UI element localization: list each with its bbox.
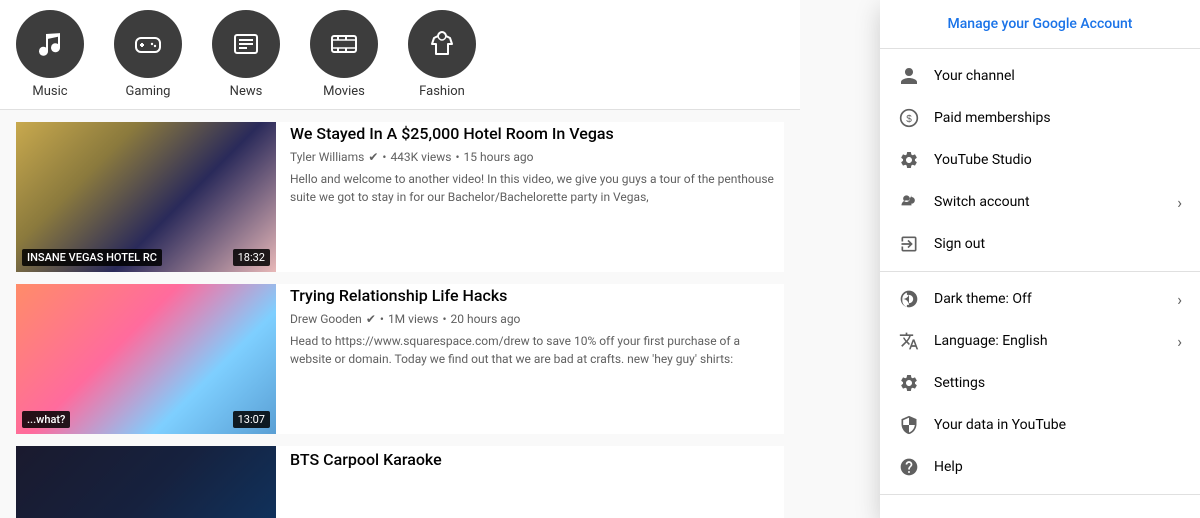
video-meta-2: Drew Gooden ✔ • 1M views • 20 hours ago	[290, 312, 784, 326]
studio-gear-icon	[898, 149, 920, 171]
person-icon	[898, 65, 920, 87]
dark-theme-chevron: ›	[1177, 290, 1182, 309]
news-icon	[212, 10, 280, 78]
category-news[interactable]: News	[212, 10, 280, 99]
movies-icon	[310, 10, 378, 78]
dropdown-section-1: Your channel $ Paid memberships YouTube …	[880, 49, 1200, 272]
category-movies[interactable]: Movies	[310, 10, 378, 99]
video-duration-2: 13:07	[233, 411, 270, 428]
your-data-label: Your data in YouTube	[934, 417, 1182, 433]
video-info-1: We Stayed In A $25,000 Hotel Room In Veg…	[290, 122, 784, 272]
table-row: INSANE VEGAS HOTEL RC 18:32 We Stayed In…	[16, 122, 784, 272]
settings-label: Settings	[934, 375, 1182, 391]
help-icon	[898, 456, 920, 478]
video-info-2: Trying Relationship Life Hacks Drew Good…	[290, 284, 784, 434]
switch-account-label: Switch account	[934, 194, 1163, 210]
language-label: Language: English	[934, 333, 1163, 349]
menu-item-help[interactable]: Help	[880, 446, 1200, 488]
video-title-3[interactable]: BTS Carpool Karaoke	[290, 448, 784, 469]
gaming-label: Gaming	[126, 84, 171, 99]
gaming-icon	[114, 10, 182, 78]
fashion-icon	[408, 10, 476, 78]
youtube-studio-label: YouTube Studio	[934, 152, 1182, 168]
category-gaming[interactable]: Gaming	[114, 10, 182, 99]
fashion-label: Fashion	[419, 84, 465, 99]
signout-icon	[898, 233, 920, 255]
menu-item-paid-memberships[interactable]: $ Paid memberships	[880, 97, 1200, 139]
dark-theme-label: Dark theme: Off	[934, 291, 1163, 307]
dollar-icon: $	[898, 107, 920, 129]
shield-icon	[898, 414, 920, 436]
switch-account-chevron: ›	[1177, 193, 1182, 212]
news-label: News	[230, 84, 263, 99]
video-duration-1: 18:32	[233, 249, 270, 266]
menu-item-dark-theme[interactable]: Dark theme: Off ›	[880, 278, 1200, 320]
video-list: INSANE VEGAS HOTEL RC 18:32 We Stayed In…	[0, 110, 800, 518]
thumbnail-label-2: ...what?	[22, 411, 70, 428]
video-title-2[interactable]: Trying Relationship Life Hacks	[290, 286, 784, 307]
music-label: Music	[32, 84, 67, 99]
video-desc-2: Head to https://www.squarespace.com/drew…	[290, 332, 784, 368]
account-dropdown: Manage your Google Account Your channel …	[880, 0, 1200, 518]
language-chevron: ›	[1177, 332, 1182, 351]
main-content: Music Gaming	[0, 0, 800, 518]
dark-theme-icon	[898, 288, 920, 310]
video-thumbnail-1[interactable]: INSANE VEGAS HOTEL RC 18:32	[16, 122, 276, 272]
menu-item-your-data[interactable]: Your data in YouTube	[880, 404, 1200, 446]
menu-item-youtube-studio[interactable]: YouTube Studio	[880, 139, 1200, 181]
video-thumbnail-2[interactable]: ...what? 13:07	[16, 284, 276, 434]
video-meta-1: Tyler Williams ✔ • 443K views • 15 hours…	[290, 150, 784, 164]
music-icon	[16, 10, 84, 78]
video-title-1[interactable]: We Stayed In A $25,000 Hotel Room In Veg…	[290, 124, 784, 145]
menu-item-language[interactable]: Language: English ›	[880, 320, 1200, 362]
category-music[interactable]: Music	[16, 10, 84, 99]
paid-memberships-label: Paid memberships	[934, 110, 1182, 126]
switch-account-icon	[898, 191, 920, 213]
table-row: ...what? 13:07 Trying Relationship Life …	[16, 284, 784, 434]
movies-label: Movies	[323, 84, 365, 99]
sign-out-label: Sign out	[934, 236, 1182, 252]
svg-text:$: $	[906, 114, 912, 125]
table-row: BTS Carpool Karaoke	[16, 446, 784, 518]
menu-item-switch-account[interactable]: Switch account ›	[880, 181, 1200, 223]
category-fashion[interactable]: Fashion	[408, 10, 476, 99]
thumbnail-label-1: INSANE VEGAS HOTEL RC	[22, 249, 162, 266]
menu-item-sign-out[interactable]: Sign out	[880, 223, 1200, 265]
video-desc-1: Hello and welcome to another video! In t…	[290, 170, 784, 206]
help-label: Help	[934, 459, 1182, 475]
video-thumbnail-3[interactable]	[16, 446, 276, 518]
dropdown-section-2: Dark theme: Off › Language: English › Se…	[880, 272, 1200, 495]
menu-item-your-channel[interactable]: Your channel	[880, 55, 1200, 97]
categories-bar: Music Gaming	[0, 0, 800, 110]
manage-google-account-button[interactable]: Manage your Google Account	[880, 0, 1200, 49]
language-icon	[898, 330, 920, 352]
your-channel-label: Your channel	[934, 68, 1182, 84]
settings-icon	[898, 372, 920, 394]
menu-item-settings[interactable]: Settings	[880, 362, 1200, 404]
video-info-3: BTS Carpool Karaoke	[290, 446, 784, 518]
